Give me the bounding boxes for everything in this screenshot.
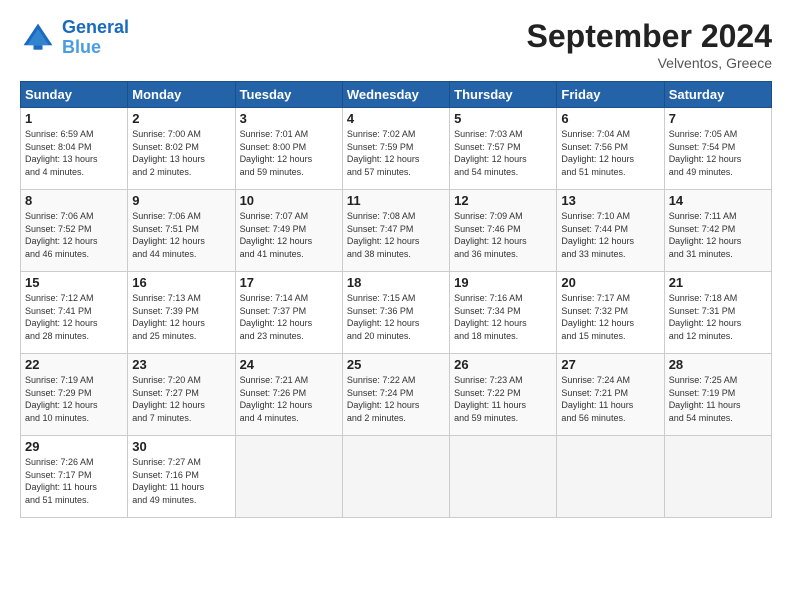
day-cell-12: 12Sunrise: 7:09 AMSunset: 7:46 PMDayligh… bbox=[450, 190, 557, 272]
day-cell-18: 18Sunrise: 7:15 AMSunset: 7:36 PMDayligh… bbox=[342, 272, 449, 354]
day-cell-empty bbox=[342, 436, 449, 518]
logo: General Blue bbox=[20, 18, 129, 58]
logo-text: General Blue bbox=[62, 18, 129, 58]
day-cell-7: 7Sunrise: 7:05 AMSunset: 7:54 PMDaylight… bbox=[664, 108, 771, 190]
week-row-1: 1Sunrise: 6:59 AMSunset: 8:04 PMDaylight… bbox=[21, 108, 772, 190]
day-cell-3: 3Sunrise: 7:01 AMSunset: 8:00 PMDaylight… bbox=[235, 108, 342, 190]
logo-icon bbox=[20, 20, 56, 56]
col-monday: Monday bbox=[128, 82, 235, 108]
day-cell-empty bbox=[450, 436, 557, 518]
col-thursday: Thursday bbox=[450, 82, 557, 108]
day-cell-29: 29Sunrise: 7:26 AMSunset: 7:17 PMDayligh… bbox=[21, 436, 128, 518]
col-wednesday: Wednesday bbox=[342, 82, 449, 108]
week-row-2: 8Sunrise: 7:06 AMSunset: 7:52 PMDaylight… bbox=[21, 190, 772, 272]
page: General Blue September 2024 Velventos, G… bbox=[0, 0, 792, 612]
header: General Blue September 2024 Velventos, G… bbox=[20, 18, 772, 71]
week-row-5: 29Sunrise: 7:26 AMSunset: 7:17 PMDayligh… bbox=[21, 436, 772, 518]
day-cell-15: 15Sunrise: 7:12 AMSunset: 7:41 PMDayligh… bbox=[21, 272, 128, 354]
day-cell-13: 13Sunrise: 7:10 AMSunset: 7:44 PMDayligh… bbox=[557, 190, 664, 272]
week-row-4: 22Sunrise: 7:19 AMSunset: 7:29 PMDayligh… bbox=[21, 354, 772, 436]
day-cell-16: 16Sunrise: 7:13 AMSunset: 7:39 PMDayligh… bbox=[128, 272, 235, 354]
day-cell-5: 5Sunrise: 7:03 AMSunset: 7:57 PMDaylight… bbox=[450, 108, 557, 190]
day-cell-20: 20Sunrise: 7:17 AMSunset: 7:32 PMDayligh… bbox=[557, 272, 664, 354]
header-row: Sunday Monday Tuesday Wednesday Thursday… bbox=[21, 82, 772, 108]
location: Velventos, Greece bbox=[527, 55, 772, 71]
day-cell-6: 6Sunrise: 7:04 AMSunset: 7:56 PMDaylight… bbox=[557, 108, 664, 190]
day-cell-22: 22Sunrise: 7:19 AMSunset: 7:29 PMDayligh… bbox=[21, 354, 128, 436]
day-cell-empty bbox=[664, 436, 771, 518]
day-cell-19: 19Sunrise: 7:16 AMSunset: 7:34 PMDayligh… bbox=[450, 272, 557, 354]
day-cell-empty bbox=[557, 436, 664, 518]
day-cell-24: 24Sunrise: 7:21 AMSunset: 7:26 PMDayligh… bbox=[235, 354, 342, 436]
day-cell-10: 10Sunrise: 7:07 AMSunset: 7:49 PMDayligh… bbox=[235, 190, 342, 272]
day-cell-30: 30Sunrise: 7:27 AMSunset: 7:16 PMDayligh… bbox=[128, 436, 235, 518]
week-row-3: 15Sunrise: 7:12 AMSunset: 7:41 PMDayligh… bbox=[21, 272, 772, 354]
day-cell-4: 4Sunrise: 7:02 AMSunset: 7:59 PMDaylight… bbox=[342, 108, 449, 190]
day-cell-14: 14Sunrise: 7:11 AMSunset: 7:42 PMDayligh… bbox=[664, 190, 771, 272]
day-cell-2: 2Sunrise: 7:00 AMSunset: 8:02 PMDaylight… bbox=[128, 108, 235, 190]
day-cell-27: 27Sunrise: 7:24 AMSunset: 7:21 PMDayligh… bbox=[557, 354, 664, 436]
day-cell-17: 17Sunrise: 7:14 AMSunset: 7:37 PMDayligh… bbox=[235, 272, 342, 354]
day-cell-9: 9Sunrise: 7:06 AMSunset: 7:51 PMDaylight… bbox=[128, 190, 235, 272]
day-cell-26: 26Sunrise: 7:23 AMSunset: 7:22 PMDayligh… bbox=[450, 354, 557, 436]
col-saturday: Saturday bbox=[664, 82, 771, 108]
month-title: September 2024 bbox=[527, 18, 772, 55]
day-cell-23: 23Sunrise: 7:20 AMSunset: 7:27 PMDayligh… bbox=[128, 354, 235, 436]
day-cell-empty bbox=[235, 436, 342, 518]
day-cell-11: 11Sunrise: 7:08 AMSunset: 7:47 PMDayligh… bbox=[342, 190, 449, 272]
col-tuesday: Tuesday bbox=[235, 82, 342, 108]
day-cell-8: 8Sunrise: 7:06 AMSunset: 7:52 PMDaylight… bbox=[21, 190, 128, 272]
day-cell-1: 1Sunrise: 6:59 AMSunset: 8:04 PMDaylight… bbox=[21, 108, 128, 190]
day-cell-21: 21Sunrise: 7:18 AMSunset: 7:31 PMDayligh… bbox=[664, 272, 771, 354]
calendar-table: Sunday Monday Tuesday Wednesday Thursday… bbox=[20, 81, 772, 518]
day-cell-25: 25Sunrise: 7:22 AMSunset: 7:24 PMDayligh… bbox=[342, 354, 449, 436]
col-sunday: Sunday bbox=[21, 82, 128, 108]
col-friday: Friday bbox=[557, 82, 664, 108]
title-block: September 2024 Velventos, Greece bbox=[527, 18, 772, 71]
day-cell-28: 28Sunrise: 7:25 AMSunset: 7:19 PMDayligh… bbox=[664, 354, 771, 436]
